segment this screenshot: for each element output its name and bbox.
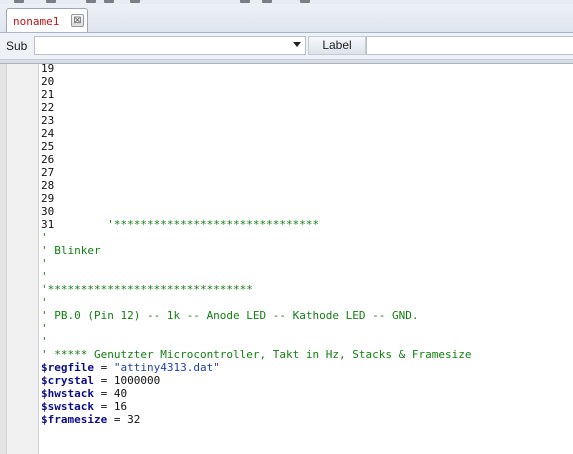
code-token: ' Blinker	[41, 244, 101, 257]
code-token: $crystal	[41, 374, 94, 387]
code-token: 23	[41, 114, 55, 127]
code-token: '	[41, 296, 48, 309]
toolbar-icon[interactable]	[86, 0, 96, 3]
code-line[interactable]: 25	[41, 140, 573, 153]
code-token: '	[41, 322, 48, 335]
code-token: = 1000000	[93, 374, 161, 387]
code-line[interactable]: 26	[41, 153, 573, 166]
code-token: $hwstack	[41, 387, 94, 400]
code-token: ' PB.0 (Pin 12) -- 1k -- Anode LED -- Ka…	[41, 309, 419, 322]
sub-caption: Sub	[6, 39, 28, 53]
code-token: 29	[41, 192, 55, 205]
code-token: 25	[41, 140, 55, 153]
code-line[interactable]: '	[41, 231, 573, 244]
code-token: '	[41, 231, 48, 244]
code-token: 19	[41, 62, 55, 75]
code-token: = 40	[93, 387, 128, 400]
code-line[interactable]: 21	[41, 88, 573, 101]
code-line[interactable]: 28	[41, 179, 573, 192]
code-token: = 16	[93, 400, 128, 413]
code-token: '*******************************	[54, 218, 320, 231]
code-token: "attiny4313.dat"	[113, 361, 220, 374]
code-token: 31	[41, 218, 55, 231]
toolbar-icon[interactable]	[14, 0, 24, 3]
code-line[interactable]: 31 '*******************************	[41, 218, 573, 231]
code-token: 28	[41, 179, 55, 192]
code-line[interactable]: $hwstack = 40	[41, 387, 573, 400]
tab-bar: noname1 ⊠	[0, 4, 573, 33]
code-line[interactable]: '	[41, 270, 573, 283]
code-token: ' ***** Genutzter Microcontroller, Takt …	[41, 348, 472, 361]
code-token: $swstack	[41, 400, 94, 413]
code-line[interactable]: '	[41, 296, 573, 309]
toolbar-icon[interactable]	[262, 0, 272, 3]
editor-gutter[interactable]	[0, 64, 39, 454]
code-line[interactable]: 30	[41, 205, 573, 218]
code-line[interactable]: $regfile = "attiny4313.dat"	[41, 361, 573, 374]
code-line[interactable]: 22	[41, 101, 573, 114]
code-token: $framesize	[41, 413, 108, 426]
code-line[interactable]: $framesize = 32	[41, 413, 573, 426]
code-token: $regfile	[41, 361, 94, 374]
sub-label-bar: Sub Label	[0, 33, 573, 60]
code-line[interactable]: ' ***** Genutzter Microcontroller, Takt …	[41, 348, 573, 361]
code-line[interactable]: '	[41, 335, 573, 348]
code-line[interactable]: $crystal = 1000000	[41, 374, 573, 387]
code-line[interactable]: 23	[41, 114, 573, 127]
code-line[interactable]: 19	[41, 62, 573, 75]
code-token: 20	[41, 75, 55, 88]
code-line[interactable]: ' Blinker	[41, 244, 573, 257]
toolbar-icon[interactable]	[300, 0, 310, 3]
code-token: '*******************************	[41, 283, 253, 296]
label-dropdown[interactable]	[366, 36, 573, 55]
code-token: 21	[41, 88, 55, 101]
code-line[interactable]: 20	[41, 75, 573, 88]
toolbar-icon[interactable]	[240, 0, 250, 3]
code-line[interactable]: '	[41, 257, 573, 270]
code-token: '	[41, 335, 48, 348]
code-token: 26	[41, 153, 55, 166]
tab-noname1[interactable]: noname1 ⊠	[6, 8, 88, 32]
code-token: 30	[41, 205, 55, 218]
code-line[interactable]: '*******************************	[41, 283, 573, 296]
sub-dropdown[interactable]	[34, 36, 306, 55]
code-line[interactable]: 27	[41, 166, 573, 179]
code-line[interactable]: ' PB.0 (Pin 12) -- 1k -- Anode LED -- Ka…	[41, 309, 573, 322]
code-token: '	[41, 257, 48, 270]
code-line[interactable]: '	[41, 322, 573, 335]
code-token: = 32	[107, 413, 141, 426]
toolbar-icon[interactable]	[104, 0, 114, 3]
code-line[interactable]: 24	[41, 127, 573, 140]
code-line[interactable]: 29	[41, 192, 573, 205]
code-token: 27	[41, 166, 55, 179]
close-icon[interactable]: ⊠	[71, 14, 84, 27]
code-token: '	[41, 270, 48, 283]
toolbar-icon[interactable]	[130, 0, 140, 3]
code-token: 24	[41, 127, 55, 140]
chevron-down-icon[interactable]	[293, 42, 301, 47]
code-line[interactable]: $swstack = 16	[41, 400, 573, 413]
code-token: 22	[41, 101, 55, 114]
toolbar-icon[interactable]	[46, 0, 56, 3]
label-button[interactable]: Label	[308, 36, 366, 55]
code-editor[interactable]: 19 20 21 22 23 24 25 26 27 28 29 30 31 '************…	[41, 62, 573, 454]
bookmark-margin[interactable]	[0, 64, 7, 454]
code-token: =	[93, 361, 114, 374]
tab-label: noname1	[13, 15, 60, 28]
